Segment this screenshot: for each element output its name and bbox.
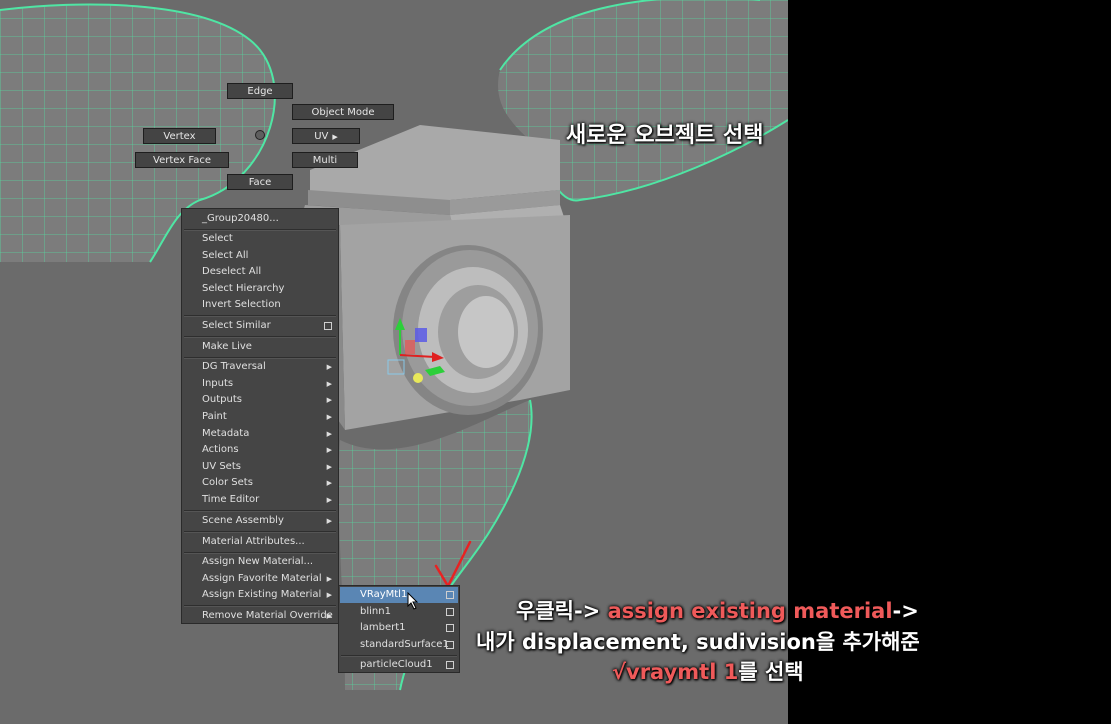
menu-item-select-all[interactable]: Select All [182,248,338,264]
checkmark-icon: √ [612,660,627,684]
option-box-icon[interactable] [446,661,454,669]
submenu-arrow-icon: ▶ [326,463,332,471]
menu-item-invert-selection[interactable]: Invert Selection [182,297,338,313]
menu-divider [184,531,336,533]
mouse-cursor-icon [407,592,419,610]
annotation-top: 새로운 오브젝트 선택 [566,123,764,148]
existing-material-submenu: VRayMtl1 blinn1 lambert1 standardSurface… [338,585,460,673]
menu-item-time-editor[interactable]: Time Editor ▶ [182,492,338,508]
menu-divider [184,315,336,317]
menu-item-assign-favorite-material[interactable]: Assign Favorite Material ▶ [182,571,338,587]
menu-divider [184,605,336,607]
submenu-item-vraymtl1[interactable]: VRayMtl1 [340,587,458,603]
menu-item-inputs[interactable]: Inputs ▶ [182,376,338,392]
submenu-arrow-icon: ▶ [326,591,332,599]
marking-menu-vertex[interactable]: Vertex [143,128,216,144]
marking-menu-uv-label: UV [314,131,329,142]
menu-item-metadata[interactable]: Metadata ▶ [182,426,338,442]
submenu-arrow-icon: ▶ [326,396,332,404]
annotation-line3: √vraymtl 1를 선택 [612,656,804,686]
menu-item-scene-assembly[interactable]: Scene Assembly ▶ [182,513,338,529]
annotation-line2: 내가 displacement, sudivision을 추가해준 [476,630,920,654]
menu-item-select[interactable]: Select [182,231,338,247]
context-menu-title: _Group20480... [202,213,279,224]
menu-item-inputs-label: Inputs [202,378,234,389]
context-menu: _Group20480... Select Select All Deselec… [181,208,339,624]
submenu-arrow-icon: ▶ [326,517,332,525]
submenu-item-label: blinn1 [360,606,391,617]
menu-item-assign-favorite-material-label: Assign Favorite Material [202,573,322,584]
marking-menu-vertex-face[interactable]: Vertex Face [135,152,229,168]
submenu-item-lambert1[interactable]: lambert1 [340,620,458,636]
submenu-arrow-icon: ▶ [326,479,332,487]
submenu-item-standardsurface1[interactable]: standardSurface1 [340,637,458,653]
annotation-line3-a: vraymtl 1 [626,660,739,684]
marking-menu-multi[interactable]: Multi [292,152,358,168]
submenu-item-label: lambert1 [360,622,406,633]
marking-menu-edge[interactable]: Edge [227,83,293,99]
menu-item-uv-sets[interactable]: UV Sets ▶ [182,459,338,475]
menu-item-metadata-label: Metadata [202,428,250,439]
menu-item-color-sets[interactable]: Color Sets ▶ [182,475,338,491]
menu-item-dg-traversal-label: DG Traversal [202,361,266,372]
menu-item-deselect-all[interactable]: Deselect All [182,264,338,280]
annotation-line1: 우클릭-> assign existing material-> [516,595,919,625]
submenu-arrow-icon: ▶ [326,575,332,583]
menu-item-outputs-label: Outputs [202,394,242,405]
hub-object [300,125,570,430]
menu-item-assign-existing-material-label: Assign Existing Material [202,589,322,600]
menu-item-actions-label: Actions [202,444,239,455]
menu-item-paint[interactable]: Paint ▶ [182,409,338,425]
submenu-item-label: VRayMtl1 [360,589,408,600]
submenu-arrow-icon: ▶ [326,496,332,504]
option-box-icon[interactable] [446,591,454,599]
menu-item-scene-assembly-label: Scene Assembly [202,515,284,526]
annotation-line1-b: assign existing material [607,599,893,623]
submenu-arrow-icon: ▶ [326,612,332,620]
submenu-arrow-icon: ▶ [326,363,332,371]
menu-item-outputs[interactable]: Outputs ▶ [182,392,338,408]
menu-item-assign-new-material[interactable]: Assign New Material... [182,554,338,570]
menu-item-assign-existing-material[interactable]: Assign Existing Material ▶ [182,587,338,603]
marking-menu-face[interactable]: Face [227,174,293,190]
submenu-arrow-icon: ▶ [326,430,332,438]
marking-menu-center-icon [255,130,265,140]
submenu-arrow-icon: ▶ [326,413,332,421]
submenu-item-label: standardSurface1 [360,639,449,650]
menu-item-dg-traversal[interactable]: DG Traversal ▶ [182,359,338,375]
menu-item-material-attributes[interactable]: Material Attributes... [182,534,338,550]
menu-item-remove-material-override[interactable]: Remove Material Override ▶ [182,608,338,624]
marking-menu-object-mode[interactable]: Object Mode [292,104,394,120]
menu-item-color-sets-label: Color Sets [202,477,253,488]
submenu-item-blinn1[interactable]: blinn1 [340,604,458,620]
menu-item-paint-label: Paint [202,411,227,422]
option-box-icon[interactable] [446,608,454,616]
menu-item-make-live[interactable]: Make Live [182,339,338,355]
menu-item-select-similar[interactable]: Select Similar [182,318,338,334]
option-box-icon[interactable] [324,322,332,330]
option-box-icon[interactable] [446,641,454,649]
annotation-line3-b: 를 선택 [738,660,804,684]
menu-item-select-similar-label: Select Similar [202,320,271,331]
annotation-line1-c: -> [892,599,919,623]
menu-divider [184,336,336,338]
menu-item-time-editor-label: Time Editor [202,494,260,505]
submenu-item-label: particleCloud1 [360,659,433,670]
marking-menu-uv[interactable]: UV ▶ [292,128,360,144]
submenu-arrow-icon: ▶ [326,446,332,454]
option-box-icon[interactable] [446,624,454,632]
submenu-item-particlecloud1[interactable]: particleCloud1 [340,657,458,673]
menu-item-select-hierarchy[interactable]: Select Hierarchy [182,281,338,297]
annotation-line1-a: 우클릭-> [516,599,608,623]
submenu-arrow-icon: ▶ [332,133,338,141]
menu-item-actions[interactable]: Actions ▶ [182,442,338,458]
menu-item-remove-material-override-label: Remove Material Override [202,610,333,621]
submenu-arrow-icon: ▶ [326,380,332,388]
menu-item-uv-sets-label: UV Sets [202,461,241,472]
menu-divider [184,510,336,512]
